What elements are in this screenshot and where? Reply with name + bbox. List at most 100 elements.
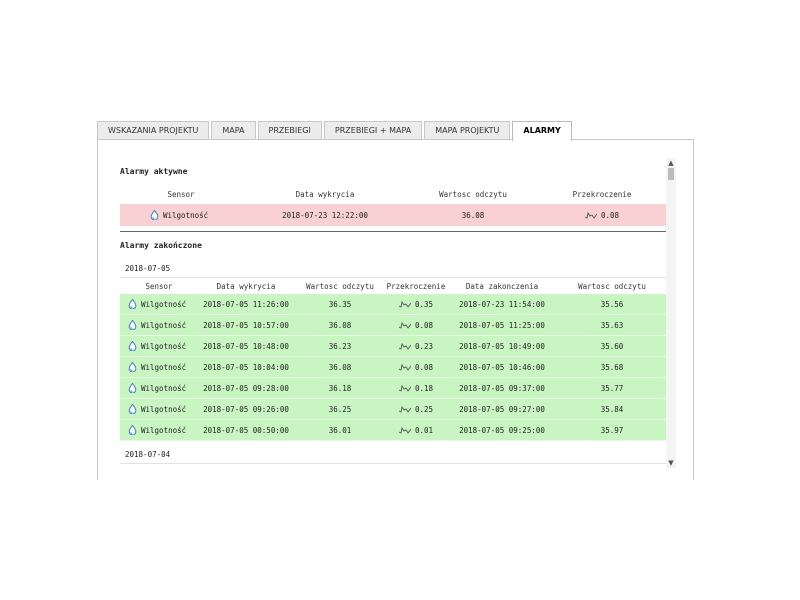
cell-detected: 2018-07-05 00:50:00 (203, 425, 289, 435)
exceed-value: 0.08 (600, 210, 620, 220)
vertical-scrollbar[interactable]: ▲ ▼ (666, 158, 676, 468)
header-sensor: Sensor (167, 190, 195, 199)
header-value: Wartosc odczytu (439, 190, 507, 199)
sensor-label: Wilgotność (141, 299, 187, 309)
humidity-drop-icon (128, 362, 137, 372)
tab-mapa-projektu[interactable]: MAPA PROJEKTU (424, 121, 511, 139)
sensor-label: Wilgotność (141, 383, 187, 393)
date-group-label: 2018-07-05 (125, 264, 171, 273)
cell-detected: 2018-07-05 09:28:00 (203, 383, 289, 393)
header-value: Wartosc odczytu (306, 282, 374, 291)
cell-end-value: 35.63 (600, 320, 624, 330)
sensor-label: Wilgotność (141, 362, 187, 372)
tab-mapa[interactable]: MAPA (211, 121, 256, 139)
cell-end-value: 35.60 (600, 341, 624, 351)
humidity-drop-icon (128, 320, 137, 330)
humidity-drop-icon (128, 299, 137, 309)
arrow-up-icon[interactable]: ▲ (666, 158, 676, 168)
cell-exceed: 0.01 (386, 426, 446, 435)
group-separator (120, 463, 666, 464)
cell-detected: 2018-07-23 12:22:00 (282, 210, 368, 220)
sparkline-icon (398, 426, 411, 434)
humidity-drop-icon (150, 210, 159, 220)
header-detected: Data wykrycia (295, 190, 355, 199)
cell-detected: 2018-07-05 10:48:00 (203, 341, 289, 351)
cell-ended: 2018-07-05 11:25:00 (459, 320, 545, 330)
sparkline-icon (398, 384, 411, 392)
cell-exceed: 0.08 (386, 363, 446, 372)
cell-value: 36.18 (328, 383, 352, 393)
sparkline-icon (584, 211, 597, 219)
alarms-content: Alarmy aktywne Sensor Data wykrycia Wart… (98, 140, 666, 480)
tab-alarmy[interactable]: ALARMY (512, 121, 572, 141)
cell-ended: 2018-07-23 11:54:00 (459, 299, 545, 309)
tab-wskazania-projektu[interactable]: WSKAZANIA PROJEKTU (97, 121, 210, 139)
sensor-label: Wilgotność (163, 210, 209, 220)
cell-sensor: Wilgotność (120, 299, 198, 309)
sensor-label: Wilgotność (141, 341, 187, 351)
header-exceed: Przekroczenie (572, 190, 632, 199)
cell-exceed: 0.25 (386, 405, 446, 414)
closed-alarm-row[interactable]: Wilgotność 2018-07-05 09:26:00 36.25 0.25 20… (120, 399, 666, 420)
cell-sensor: Wilgotność (120, 320, 198, 330)
humidity-drop-icon (128, 383, 137, 393)
cell-detected: 2018-07-05 10:57:00 (203, 320, 289, 330)
cell-value: 36.08 (328, 320, 352, 330)
cell-sensor: Wilgotność (120, 210, 242, 220)
tab-bar: WSKAZANIA PROJEKTU MAPA PRZEBIEGI PRZEBI… (97, 121, 574, 141)
alarms-panel: Alarmy aktywne Sensor Data wykrycia Wart… (97, 139, 694, 480)
sparkline-icon (398, 342, 411, 350)
cell-exceed: 0.08 (538, 211, 666, 220)
closed-alarm-row[interactable]: Wilgotność 2018-07-05 09:28:00 36.18 0.18 20… (120, 378, 666, 399)
active-alarms-title: Alarmy aktywne (120, 167, 188, 176)
header-exceed: Przekroczenie (386, 282, 446, 291)
exceed-value: 0.25 (414, 404, 434, 414)
cell-ended: 2018-07-05 10:46:00 (459, 362, 545, 372)
closed-alarms-title: Alarmy zakończone (120, 241, 202, 250)
cell-sensor: Wilgotność (120, 425, 198, 435)
scrollbar-thumb[interactable] (668, 168, 674, 180)
cell-end-value: 35.77 (600, 383, 624, 393)
sensor-label: Wilgotność (141, 404, 187, 414)
cell-end-value: 35.56 (600, 299, 624, 309)
header-end-value: Wartosc odczytu (578, 282, 646, 291)
cell-detected: 2018-07-05 10:04:00 (203, 362, 289, 372)
cell-sensor: Wilgotność (120, 341, 198, 351)
cell-ended: 2018-07-05 09:25:00 (459, 425, 545, 435)
sparkline-icon (398, 405, 411, 413)
cell-exceed: 0.23 (386, 342, 446, 351)
active-alarm-row[interactable]: Wilgotność 2018-07-23 12:22:00 36.08 0.0… (120, 204, 666, 226)
header-sensor: Sensor (145, 282, 173, 291)
closed-alarm-row[interactable]: Wilgotność 2018-07-05 11:26:00 36.35 0.35 20… (120, 294, 666, 315)
cell-end-value: 35.84 (600, 404, 624, 414)
cell-detected: 2018-07-05 09:26:00 (203, 404, 289, 414)
cell-value: 36.08 (328, 362, 352, 372)
sparkline-icon (398, 363, 411, 371)
closed-alarms-header: Sensor Data wykrycia Wartosc odczytu Prz… (120, 282, 666, 291)
cell-exceed: 0.35 (386, 300, 446, 309)
cell-ended: 2018-07-05 10:49:00 (459, 341, 545, 351)
group-separator (120, 277, 666, 278)
cell-end-value: 35.97 (600, 425, 624, 435)
humidity-drop-icon (128, 341, 137, 351)
exceed-value: 0.35 (414, 299, 434, 309)
closed-alarm-row[interactable]: Wilgotność 2018-07-05 10:04:00 36.08 0.08 20… (120, 357, 666, 378)
arrow-down-icon[interactable]: ▼ (666, 458, 676, 468)
cell-ended: 2018-07-05 09:37:00 (459, 383, 545, 393)
exceed-value: 0.23 (414, 341, 434, 351)
header-detected: Data wykrycia (216, 282, 276, 291)
sensor-label: Wilgotność (141, 320, 187, 330)
cell-end-value: 35.68 (600, 362, 624, 372)
cell-ended: 2018-07-05 09:27:00 (459, 404, 545, 414)
closed-alarm-row[interactable]: Wilgotność 2018-07-05 10:57:00 36.08 0.08 20… (120, 315, 666, 336)
date-group-label: 2018-07-04 (125, 450, 171, 459)
sensor-label: Wilgotność (141, 425, 187, 435)
active-alarms-header: Sensor Data wykrycia Wartosc odczytu Prz… (120, 190, 666, 199)
tab-przebiegi-mapa[interactable]: PRZEBIEGI + MAPA (323, 121, 423, 139)
tab-przebiegi[interactable]: PRZEBIEGI (257, 121, 322, 139)
header-ended: Data zakonczenia (465, 282, 539, 291)
closed-alarm-row[interactable]: Wilgotność 2018-07-05 00:50:00 36.01 0.01 20… (120, 420, 666, 441)
cell-value: 36.08 (461, 210, 485, 220)
closed-alarm-row[interactable]: Wilgotność 2018-07-05 10:48:00 36.23 0.23 20… (120, 336, 666, 357)
cell-value: 36.01 (328, 425, 352, 435)
